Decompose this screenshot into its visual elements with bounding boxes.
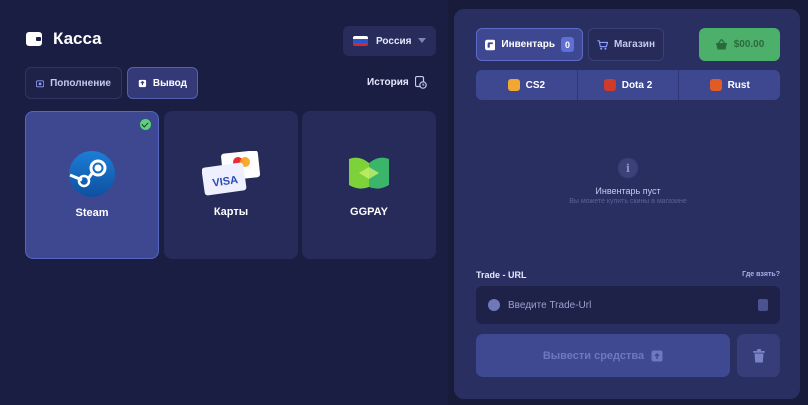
method-card-steam[interactable]: Steam bbox=[25, 111, 159, 259]
tab-shop-label: Магазин bbox=[613, 39, 655, 50]
history-label: История bbox=[367, 77, 409, 88]
page-title: Касса bbox=[53, 29, 102, 48]
wallet-icon bbox=[25, 31, 43, 47]
trash-icon bbox=[752, 348, 765, 362]
dota2-icon bbox=[603, 79, 616, 91]
region-label: Россия bbox=[376, 35, 412, 47]
tab-withdraw-label: Вывод bbox=[152, 77, 187, 89]
inventory-empty-subtitle: Вы можете купить скины в магазине bbox=[569, 198, 687, 205]
inventory-list: i Инвентарь пуст Вы можете купить скины … bbox=[476, 105, 780, 258]
basket-icon bbox=[715, 39, 727, 50]
paste-icon[interactable] bbox=[758, 299, 768, 311]
trade-url-field[interactable] bbox=[476, 286, 780, 324]
bank-cards-icon: VISA bbox=[202, 151, 261, 196]
tab-withdraw[interactable]: Вывод bbox=[127, 67, 198, 99]
inventory-panel: Инвентарь 0 Магазин $00.00 CS2 Dota 2 Ru… bbox=[454, 9, 800, 399]
tab-inventory[interactable]: Инвентарь 0 bbox=[476, 28, 583, 61]
method-label-steam: Steam bbox=[75, 207, 109, 219]
check-icon bbox=[140, 119, 151, 130]
tab-deposit-label: Пополнение bbox=[50, 77, 111, 89]
method-label-cards: Карты bbox=[213, 206, 249, 218]
region-select[interactable]: Россия bbox=[343, 26, 436, 56]
trade-url-help-link[interactable]: Где взять? bbox=[742, 271, 780, 278]
withdraw-button[interactable]: Вывести средства bbox=[476, 334, 730, 377]
balance-button[interactable]: $00.00 bbox=[699, 28, 780, 61]
tab-inventory-label: Инвентарь bbox=[501, 39, 555, 50]
history-icon bbox=[414, 76, 427, 89]
link-icon bbox=[488, 299, 500, 311]
method-label-ggpay: GGPAY bbox=[350, 206, 388, 218]
game-label-dota2: Dota 2 bbox=[621, 79, 653, 91]
inventory-icon bbox=[485, 39, 496, 50]
tab-deposit[interactable]: Пополнение bbox=[25, 67, 122, 99]
history-link[interactable]: История bbox=[367, 76, 427, 89]
cashier-panel: Касса Россия Пополнение Вывод История St… bbox=[0, 0, 448, 405]
method-card-ggpay[interactable]: GGPAY bbox=[302, 111, 436, 259]
cart-icon bbox=[597, 39, 608, 50]
balance-value: $00.00 bbox=[733, 39, 765, 50]
ggpay-logo-icon bbox=[349, 157, 389, 189]
rust-icon bbox=[709, 79, 722, 91]
russia-flag-icon bbox=[353, 36, 368, 46]
clear-button[interactable] bbox=[737, 334, 780, 377]
title-row: Касса bbox=[25, 29, 102, 49]
box-icon bbox=[651, 350, 663, 361]
steam-logo-icon bbox=[69, 151, 115, 197]
game-tabs: CS2 Dota 2 Rust bbox=[476, 70, 780, 100]
cs2-icon bbox=[507, 79, 520, 91]
trade-url-input[interactable] bbox=[508, 299, 738, 311]
inventory-empty-title: Инвентарь пуст bbox=[595, 186, 661, 196]
tab-game-rust[interactable]: Rust bbox=[679, 70, 780, 100]
withdraw-button-label: Вывести средства bbox=[542, 349, 645, 362]
trade-url-label: Trade - URL bbox=[476, 270, 527, 280]
inventory-count-badge: 0 bbox=[560, 37, 574, 52]
game-label-rust: Rust bbox=[727, 79, 750, 91]
game-label-cs2: CS2 bbox=[525, 79, 546, 91]
wallet-in-icon bbox=[36, 79, 45, 87]
tab-game-cs2[interactable]: CS2 bbox=[476, 70, 578, 100]
method-card-cards[interactable]: VISA Карты bbox=[164, 111, 298, 259]
chevron-down-icon bbox=[418, 38, 426, 43]
info-icon: i bbox=[618, 158, 638, 178]
tab-game-dota2[interactable]: Dota 2 bbox=[577, 70, 680, 100]
tab-shop[interactable]: Магазин bbox=[588, 28, 664, 61]
box-out-icon bbox=[138, 79, 147, 87]
